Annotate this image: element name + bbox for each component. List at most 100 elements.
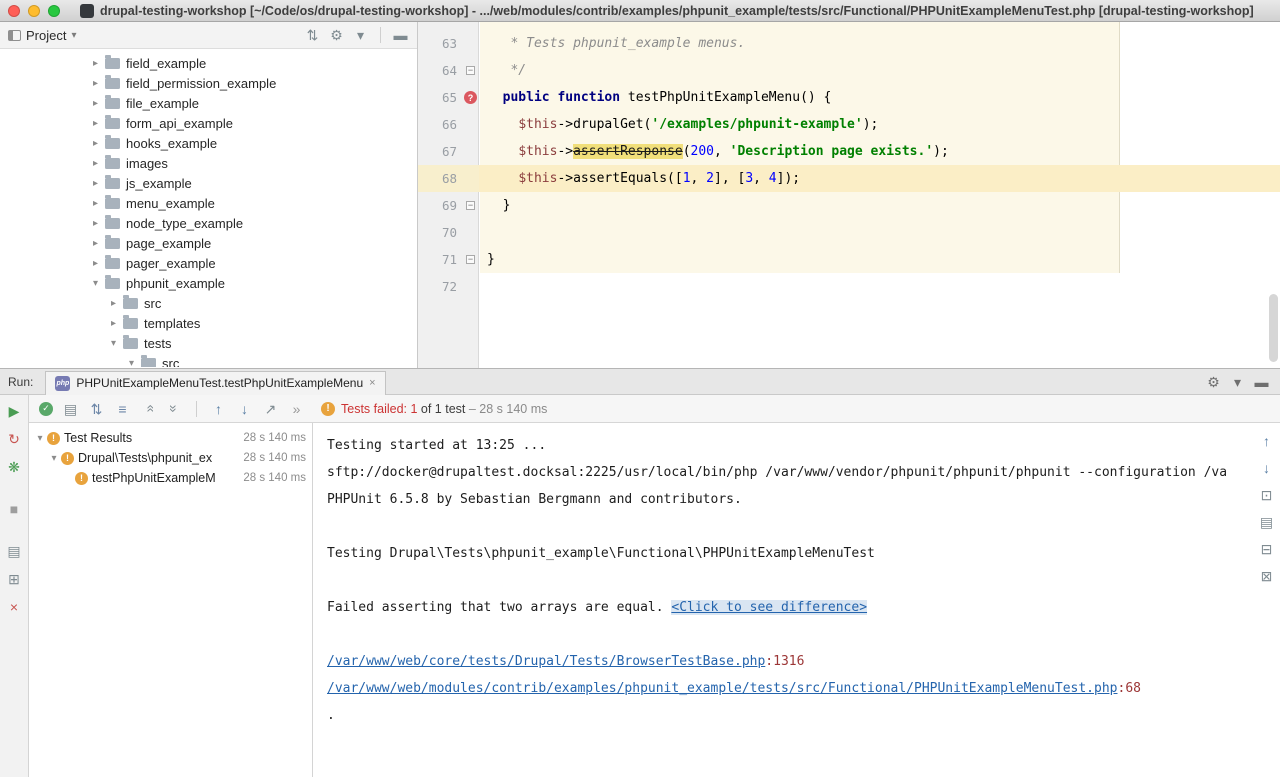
test-history-icon[interactable]: ⊞ <box>6 570 23 587</box>
chevron-right-icon[interactable]: ▸ <box>88 138 103 149</box>
overflow-chevron-icon[interactable]: » <box>288 400 305 417</box>
sort-alphabetically-icon[interactable]: ≡ <box>114 400 131 417</box>
caret-down-icon[interactable]: ▾ <box>71 30 76 41</box>
project-tree-item[interactable]: ▸form_api_example <box>0 113 417 133</box>
code-line[interactable]: 69− } <box>418 192 1280 219</box>
console[interactable]: Testing started at 13:25 ...sftp://docke… <box>313 423 1280 777</box>
fold-icon[interactable]: − <box>466 201 475 210</box>
settings-gear-icon[interactable]: ⚙ <box>1205 373 1222 390</box>
stacktrace-link[interactable]: /var/www/web/modules/contrib/examples/ph… <box>327 681 1118 696</box>
previous-failed-test-icon[interactable]: ↑ <box>210 400 227 417</box>
zoom-window-button[interactable] <box>48 5 60 17</box>
test-tree-item[interactable]: ▾!Drupal\Tests\phpunit_ex28 s 140 ms <box>29 448 312 468</box>
hide-panel-icon[interactable]: ▬ <box>392 27 409 44</box>
code-line[interactable]: 71−} <box>418 246 1280 273</box>
diff-link[interactable]: <Click to see difference> <box>671 600 867 615</box>
import-tests-icon[interactable]: ▤ <box>1258 513 1275 530</box>
chevron-right-icon[interactable]: ▸ <box>88 178 103 189</box>
folder-icon <box>105 218 120 229</box>
run-panel: Run: php PHPUnitExampleMenuTest.testPhpU… <box>0 368 1280 777</box>
close-icon[interactable]: × <box>6 598 23 615</box>
test-tree-item[interactable]: ▾!Test Results28 s 140 ms <box>29 428 312 448</box>
project-tree-item[interactable]: ▸hooks_example <box>0 133 417 153</box>
rerun-test-icon[interactable]: ▶ <box>6 402 23 419</box>
chevron-down-icon[interactable]: ▾ <box>33 433 47 444</box>
chevron-down-icon[interactable]: ▾ <box>47 453 61 464</box>
code-line[interactable]: 67 $this->assertResponse(200, 'Descripti… <box>418 138 1280 165</box>
show-console-icon[interactable]: ▤ <box>62 400 79 417</box>
editor-scrollbar[interactable] <box>1269 294 1278 362</box>
gear-icon[interactable]: ⚙ <box>328 27 345 44</box>
caret-down-icon[interactable]: ▾ <box>352 27 369 44</box>
chevron-right-icon[interactable]: ▸ <box>106 318 121 329</box>
chevron-right-icon[interactable]: ▸ <box>88 198 103 209</box>
project-tree-item[interactable]: ▾phpunit_example <box>0 273 417 293</box>
project-tree-item[interactable]: ▸menu_example <box>0 193 417 213</box>
project-tree-item[interactable]: ▾tests <box>0 333 417 353</box>
code-line[interactable]: 64− */ <box>418 57 1280 84</box>
project-tree-item[interactable]: ▸node_type_example <box>0 213 417 233</box>
chevron-down-icon[interactable]: ▾ <box>88 278 103 289</box>
open-in-editor-icon[interactable]: ↗ <box>262 400 279 417</box>
project-tree-item[interactable]: ▸src <box>0 293 417 313</box>
project-tree-item[interactable]: ▸field_permission_example <box>0 73 417 93</box>
chevron-right-icon[interactable]: ▸ <box>88 78 103 89</box>
project-tree-item[interactable]: ▸page_example <box>0 233 417 253</box>
collapse-all-icon[interactable]: ⇅ <box>304 27 321 44</box>
close-tab-icon[interactable]: × <box>369 377 375 389</box>
code-line[interactable]: 72 <box>418 273 1280 300</box>
project-tree-item[interactable]: ▸templates <box>0 313 417 333</box>
code-line[interactable]: 68 $this->assertEquals([1, 2], [3, 4]); <box>418 165 1280 192</box>
next-failed-test-icon[interactable]: ↓ <box>236 400 253 417</box>
code-line[interactable]: 63 * Tests phpunit_example menus. <box>418 30 1280 57</box>
run-tab[interactable]: php PHPUnitExampleMenuTest.testPhpUnitEx… <box>45 371 385 395</box>
code-line[interactable]: 70 <box>418 219 1280 246</box>
expand-all-icon[interactable]: » <box>166 400 183 417</box>
code-line[interactable]: 66 $this->drupalGet('/examples/phpunit-e… <box>418 111 1280 138</box>
clear-console-icon[interactable]: ⊠ <box>1258 567 1275 584</box>
toggle-auto-test-icon[interactable]: ❋ <box>6 458 23 475</box>
editor[interactable]: 63 * Tests phpunit_example menus.64− */6… <box>418 22 1280 368</box>
tool-window-icon[interactable] <box>8 30 21 41</box>
chevron-down-icon[interactable]: ▾ <box>106 338 121 349</box>
project-panel-title[interactable]: Project <box>26 28 66 43</box>
chevron-right-icon[interactable]: ▸ <box>88 98 103 109</box>
chevron-right-icon[interactable]: ▸ <box>88 118 103 129</box>
caret-down-icon[interactable]: ▾ <box>1229 373 1246 390</box>
project-tree-item[interactable]: ▸file_example <box>0 93 417 113</box>
test-failed-gutter-icon[interactable]: ? <box>464 91 477 104</box>
minimize-window-button[interactable] <box>28 5 40 17</box>
stop-icon[interactable]: ■ <box>6 500 23 517</box>
hide-panel-icon[interactable]: ▬ <box>1253 373 1270 390</box>
sort-by-duration-icon[interactable]: ⇅ <box>88 400 105 417</box>
chevron-right-icon[interactable]: ▸ <box>88 238 103 249</box>
project-tree-item[interactable]: ▾src <box>0 353 417 367</box>
chevron-right-icon[interactable]: ▸ <box>88 258 103 269</box>
chevron-right-icon[interactable]: ▸ <box>88 218 103 229</box>
project-tree-item[interactable]: ▸pager_example <box>0 253 417 273</box>
code-line[interactable]: 65? public function testPhpUnitExampleMe… <box>418 84 1280 111</box>
print-icon[interactable]: ⊟ <box>1258 540 1275 557</box>
collapse-all-icon[interactable]: » <box>140 400 157 417</box>
fold-icon[interactable]: − <box>466 66 475 75</box>
close-window-button[interactable] <box>8 5 20 17</box>
project-tree-item[interactable]: ▸field_example <box>0 53 417 73</box>
chevron-down-icon[interactable]: ▾ <box>124 358 139 368</box>
export-test-results-icon[interactable]: ⊡ <box>1258 486 1275 503</box>
folder-icon <box>123 338 138 349</box>
stacktrace-link[interactable]: /var/www/web/core/tests/Drupal/Tests/Bro… <box>327 654 765 669</box>
navigate-down-stacktrace-icon[interactable]: ↓ <box>1258 459 1275 476</box>
console-toolbar-icons: ↑ ↓ ⊡ ▤ ⊟ ⊠ <box>1258 432 1275 584</box>
project-tree-item[interactable]: ▸js_example <box>0 173 417 193</box>
show-passed-icon[interactable]: ✓ <box>39 402 53 416</box>
chevron-right-icon[interactable]: ▸ <box>88 58 103 69</box>
chevron-right-icon[interactable]: ▸ <box>88 158 103 169</box>
project-tree-item[interactable]: ▸images <box>0 153 417 173</box>
navigate-up-stacktrace-icon[interactable]: ↑ <box>1258 432 1275 449</box>
fold-icon[interactable]: − <box>466 255 475 264</box>
rerun-failed-tests-icon[interactable]: ↻ <box>6 430 23 447</box>
test-tree-item[interactable]: !testPhpUnitExampleM28 s 140 ms <box>29 468 312 488</box>
show-console-output-icon[interactable]: ▤ <box>6 542 23 559</box>
chevron-right-icon[interactable]: ▸ <box>106 298 121 309</box>
code-segment: public function <box>503 90 620 105</box>
